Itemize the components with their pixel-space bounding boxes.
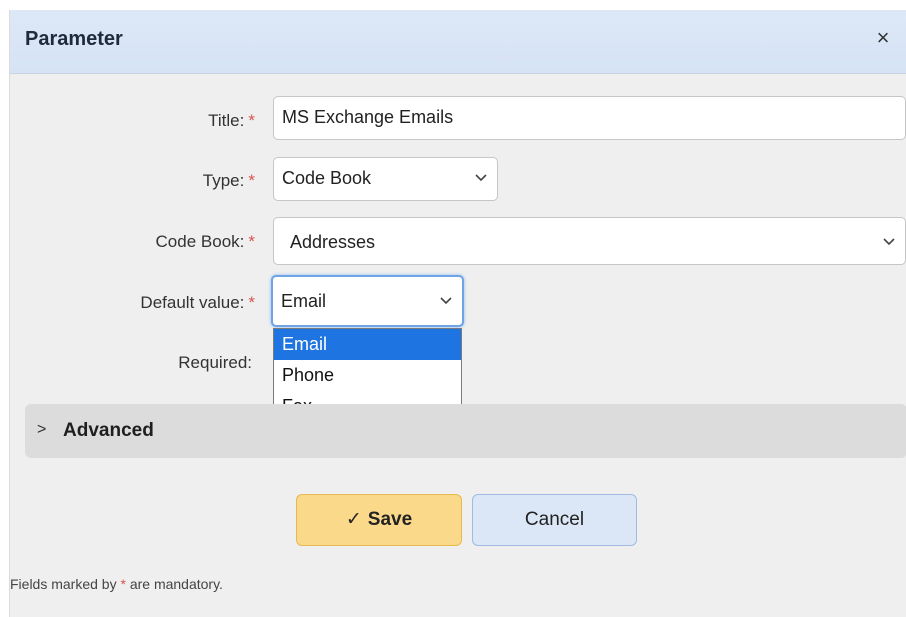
footnote-text-pre: Fields marked by xyxy=(10,576,121,592)
parameter-dialog: Parameter × Title: * MS Exchange Emails T… xyxy=(9,10,906,617)
chevron-down-icon xyxy=(883,222,895,246)
chevron-down-icon xyxy=(440,281,452,305)
type-select[interactable]: Code Book xyxy=(273,157,498,201)
advanced-section-toggle[interactable]: > Advanced xyxy=(25,404,906,458)
chevron-down-icon xyxy=(475,158,487,182)
type-label: Type: * xyxy=(203,171,255,191)
title-label: Title: * xyxy=(208,111,255,131)
mandatory-footnote: Fields marked by * are mandatory. xyxy=(10,576,223,592)
required-mark: * xyxy=(248,171,255,190)
close-icon[interactable]: × xyxy=(871,26,895,50)
option-phone[interactable]: Phone xyxy=(274,360,461,391)
advanced-section-title: Advanced xyxy=(63,420,154,441)
default-value-label: Default value: * xyxy=(140,293,255,313)
type-label-text: Type: xyxy=(202,171,245,190)
dialog-title: Parameter xyxy=(25,28,123,50)
required-mark: * xyxy=(248,232,255,251)
title-input[interactable]: MS Exchange Emails xyxy=(273,96,906,140)
default-value-label-text: Default value: xyxy=(140,293,245,312)
chevron-right-icon: > xyxy=(37,421,47,438)
title-label-text: Title: xyxy=(208,111,245,130)
footnote-text-post: are mandatory. xyxy=(125,576,223,592)
dialog-header: Parameter × xyxy=(10,10,906,74)
cancel-button[interactable]: Cancel xyxy=(472,494,637,546)
title-input-value: MS Exchange Emails xyxy=(282,107,454,127)
required-mark: * xyxy=(248,111,255,130)
required-label: Required: xyxy=(178,353,252,372)
default-value-select-value: Email xyxy=(281,291,327,311)
check-icon: ✓ xyxy=(345,509,362,530)
save-button-label: Save xyxy=(367,509,413,530)
save-button[interactable]: ✓ Save xyxy=(296,494,462,546)
cancel-button-label: Cancel xyxy=(524,509,585,530)
required-mark: * xyxy=(248,293,255,312)
codebook-select-value: Addresses xyxy=(290,232,376,252)
codebook-label: Code Book: * xyxy=(156,232,255,252)
option-email[interactable]: Email xyxy=(274,329,461,360)
default-value-select[interactable]: Email xyxy=(271,275,464,327)
codebook-label-text: Code Book: xyxy=(155,232,245,251)
codebook-select[interactable]: Addresses xyxy=(273,217,906,265)
type-select-value: Code Book xyxy=(282,168,372,188)
